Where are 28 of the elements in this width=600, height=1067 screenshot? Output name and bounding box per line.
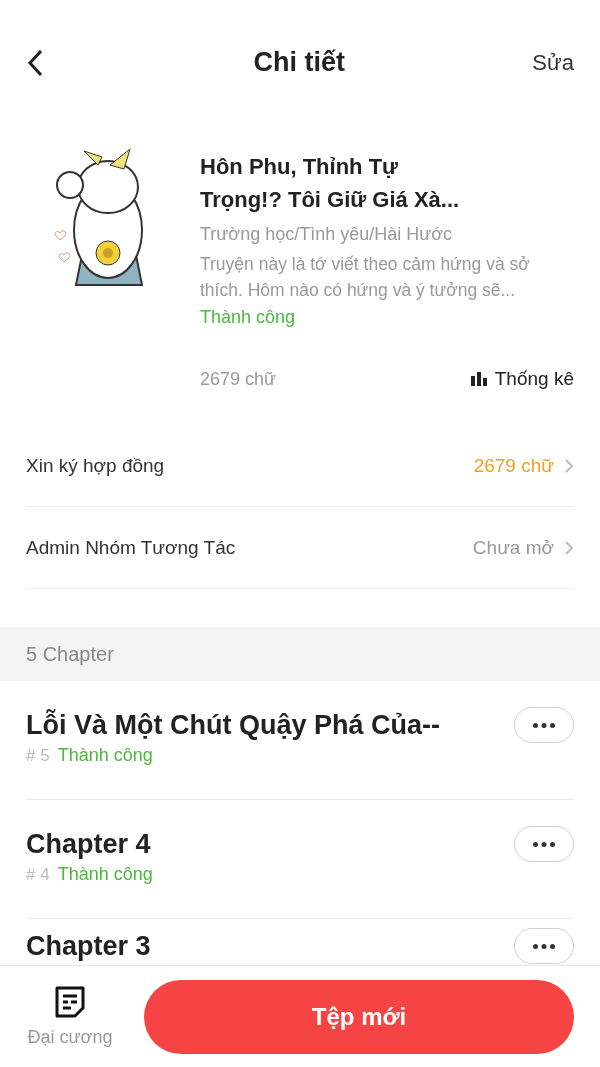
word-count: 2679 chữ [200, 368, 277, 390]
status-text: Thành công [200, 307, 297, 328]
statistics-button[interactable]: Thống kê [470, 368, 574, 390]
chapter-number: # 5 [26, 746, 50, 766]
book-title: Hôn Phu, Thỉnh Tự Trọng!? Tôi Giữ Giá Xà... [200, 153, 461, 214]
more-button[interactable] [514, 707, 574, 743]
book-description: Truyện này là tớ viết theo cảm hứng và sở thích. Hôm nào có hứng và ý tưởng sẽ... [200, 253, 531, 302]
page-title: Chi tiết [252, 47, 346, 78]
chapter-title[interactable]: Chapter 3 [26, 930, 514, 962]
genre-text: Trường học/Tình yêu/Hài Hước [200, 224, 454, 245]
back-icon [26, 47, 44, 78]
settings-row[interactable]: Xin ký hợp đồng 2679 chữ [26, 425, 574, 507]
status-text: Thành công [57, 745, 153, 766]
more-button[interactable] [514, 826, 574, 862]
settings-row[interactable]: Admin Nhóm Tương Tác Chưa mở [26, 507, 574, 589]
chapter-number: # 4 [26, 865, 50, 885]
section-header: 5 Chapter [0, 627, 600, 681]
chapter-title[interactable]: Chapter 4 [26, 828, 514, 860]
bar-chart-icon [470, 372, 487, 386]
more-icon [533, 722, 555, 728]
chevron-icon [564, 539, 574, 556]
edit-button[interactable]: Sửa [532, 49, 574, 76]
chapter-title[interactable]: Lỗi Và Một Chút Quậy Phá Của-- [26, 709, 514, 741]
new-file-button[interactable]: Tệp mới [144, 979, 574, 1054]
more-icon [533, 841, 555, 847]
chevron-icon [564, 457, 574, 474]
document-icon [54, 985, 86, 1019]
status-text: Thành công [57, 864, 153, 885]
